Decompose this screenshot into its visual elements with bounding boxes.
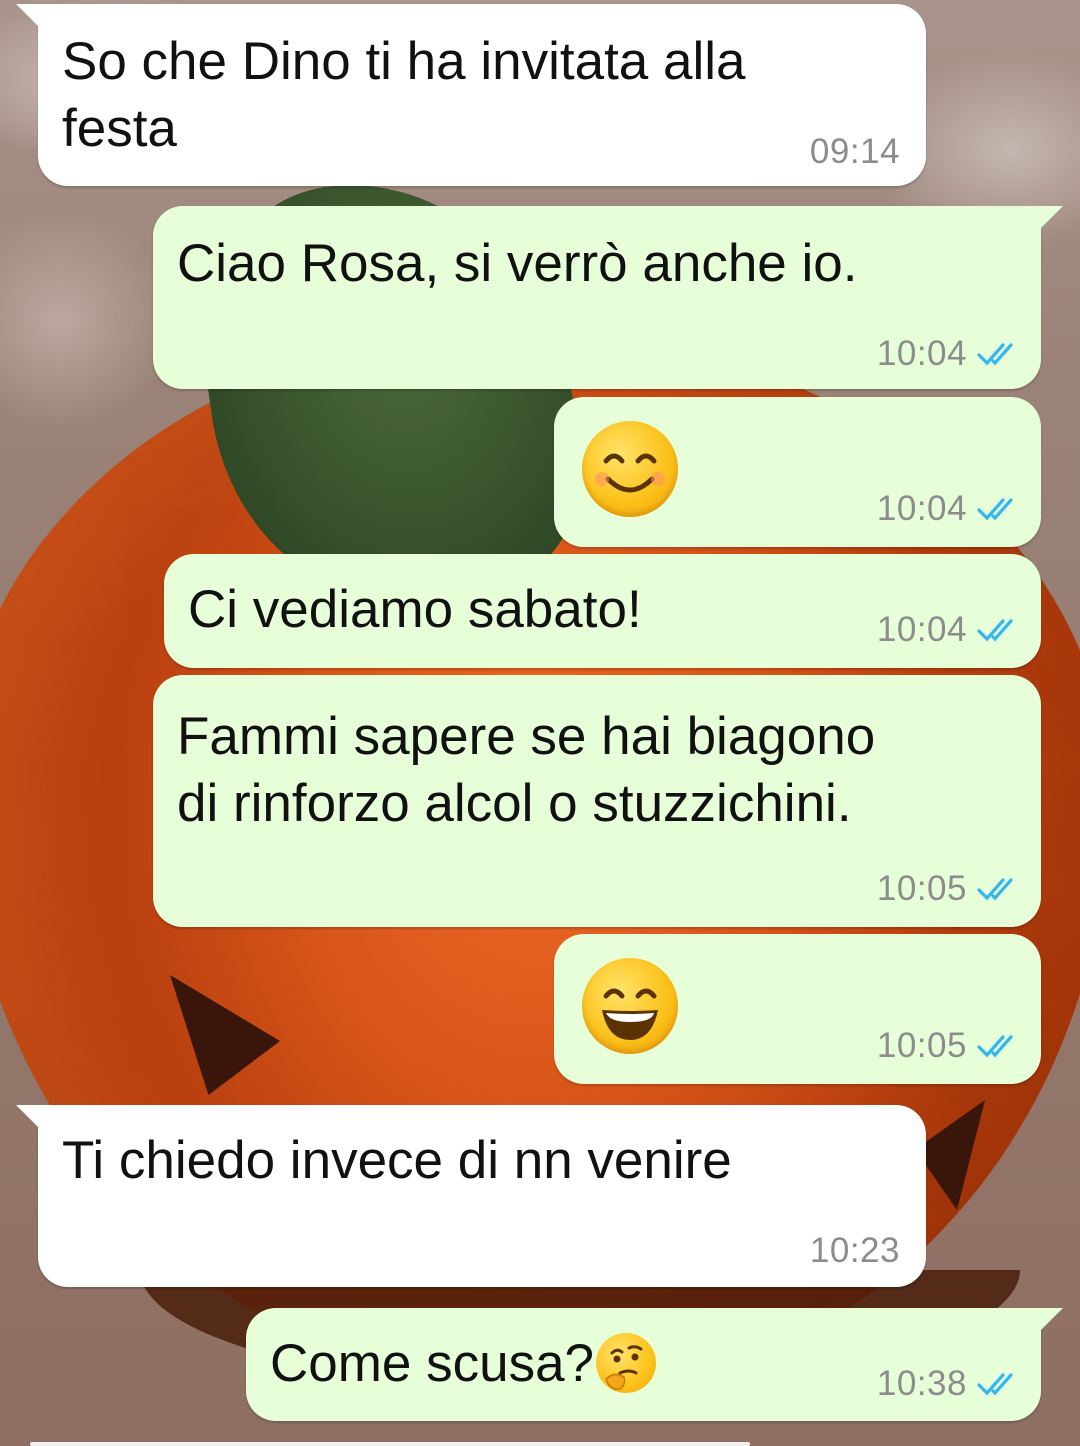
message-bubble-outgoing[interactable]: 10:05 [554, 934, 1041, 1084]
double-check-read-icon [977, 1373, 1013, 1396]
message-meta: 10:38 [877, 1364, 1019, 1404]
next-message-edge [30, 1442, 750, 1446]
bubble-tail [16, 1105, 44, 1133]
message-text-content: Come scusa? [270, 1334, 595, 1393]
double-check-read-icon [977, 498, 1013, 521]
message-meta: 10:04 [877, 334, 1019, 374]
double-check-read-icon [977, 878, 1013, 901]
message-time: 10:23 [809, 1231, 900, 1270]
message-time: 10:05 [876, 869, 967, 908]
double-check-read-icon [977, 343, 1013, 366]
message-time: 09:14 [809, 132, 900, 171]
message-bubble-incoming[interactable]: Ti chiedo invece di nn venire 10:23 [16, 1105, 926, 1287]
message-time: 10:38 [876, 1364, 967, 1403]
message-time: 10:05 [876, 1026, 967, 1065]
message-bubble-outgoing[interactable]: Ciao Rosa, si verrò anche io. 10:04 [153, 206, 1063, 389]
message-text: Ci vediamo sabato! [188, 580, 642, 639]
bubble-tail [16, 4, 44, 32]
message-meta: 09:14 [810, 132, 900, 172]
message-time: 10:04 [876, 489, 967, 528]
message-bubble-incoming[interactable]: So che Dino ti ha invitata alla festa 09… [16, 4, 926, 186]
message-meta: 10:04 [877, 610, 1019, 650]
double-check-read-icon [977, 1035, 1013, 1058]
message-text: Ciao Rosa, si verrò anche io. [177, 234, 858, 293]
bubble-tail [1035, 1308, 1063, 1336]
message-bubble-outgoing[interactable]: 10:04 [554, 397, 1041, 547]
grinning-face-with-smiling-eyes-icon [582, 958, 678, 1054]
message-text: Fammi sapere se hai biagono di rinforzo … [177, 707, 876, 833]
message-time: 10:04 [876, 334, 967, 373]
message-meta: 10:05 [877, 869, 1019, 909]
message-text: Ti chiedo invece di nn venire [62, 1131, 732, 1190]
message-meta: 10:04 [877, 489, 1019, 529]
smiling-face-with-smiling-eyes-icon [582, 421, 678, 517]
double-check-read-icon [977, 619, 1013, 642]
message-meta: 10:05 [877, 1026, 1019, 1066]
thinking-face-icon [596, 1333, 657, 1393]
bubble-tail [1035, 206, 1063, 234]
message-time: 10:04 [876, 610, 967, 649]
message-bubble-outgoing[interactable]: Ci vediamo sabato! 10:04 [164, 554, 1041, 668]
message-bubble-outgoing[interactable]: Fammi sapere se hai biagono di rinforzo … [153, 675, 1041, 927]
message-text: So che Dino ti ha invitata alla festa [62, 32, 746, 158]
message-text: Come scusa? [270, 1330, 657, 1397]
message-meta: 10:23 [810, 1231, 900, 1271]
message-bubble-outgoing[interactable]: Come scusa? 10:38 [246, 1308, 1063, 1421]
